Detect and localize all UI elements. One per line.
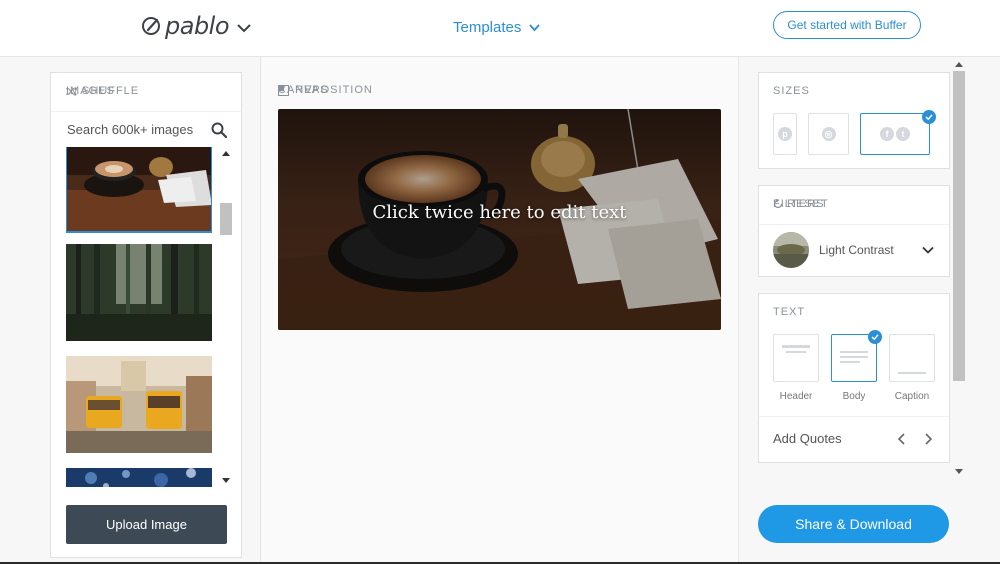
text-option-header[interactable] — [773, 334, 819, 382]
options-scrollbar[interactable] — [952, 59, 966, 477]
image-thumbnail-coffee[interactable] — [66, 147, 212, 233]
image-thumbnail-forest[interactable] — [66, 244, 212, 341]
caption-line-icon — [898, 372, 926, 374]
top-bar: pablo Templates Get started with Buffer — [0, 0, 1000, 57]
canvas-area: CANVAS REPOSITION Click twice here to ed… — [262, 57, 738, 564]
templates-dropdown[interactable]: Templates — [453, 19, 541, 36]
reset-filter-button[interactable]: RESET — [773, 198, 935, 210]
filter-select[interactable]: Light Contrast — [759, 224, 949, 274]
canvas-overlay-text[interactable]: Click twice here to edit text — [278, 202, 721, 223]
image-thumbnail-trams[interactable] — [66, 356, 212, 453]
sizes-title: SIZES — [773, 85, 810, 97]
text-option-header-label: Header — [779, 391, 813, 402]
selected-check-icon — [868, 330, 882, 344]
filter-preview-thumbnail — [773, 231, 809, 268]
get-started-button[interactable]: Get started with Buffer — [773, 11, 921, 39]
upload-image-button[interactable]: Upload Image — [66, 505, 227, 544]
sizes-card: SIZES p ◎ f t — [758, 72, 950, 169]
text-card: TEXT Header Body Caption Add Quotes — [758, 293, 950, 463]
reposition-button[interactable]: REPOSITION — [278, 84, 720, 96]
right-column: SIZES p ◎ f t FILTERS RESET Light Contra… — [738, 57, 1000, 564]
scroll-down-arrow-icon[interactable] — [222, 478, 230, 483]
image-list-scrollbar[interactable] — [219, 147, 233, 487]
twitter-icon: t — [896, 127, 910, 141]
header-line-icon — [786, 351, 806, 353]
filters-card: FILTERS RESET Light Contrast — [758, 185, 950, 277]
chevron-down-icon — [922, 246, 934, 254]
text-option-body-label: Body — [842, 391, 866, 402]
canvas-image[interactable]: Click twice here to edit text — [278, 109, 721, 330]
add-quotes-label: Add Quotes — [773, 431, 842, 446]
header-line-icon — [782, 345, 810, 348]
scroll-down-arrow-icon[interactable] — [955, 469, 963, 474]
chevron-right-icon[interactable] — [921, 432, 935, 446]
search-icon[interactable] — [211, 122, 227, 138]
reset-label: RESET — [787, 198, 829, 210]
pablo-logo[interactable]: pablo — [141, 12, 253, 40]
size-option-pinterest[interactable]: p — [773, 113, 797, 155]
instagram-icon: ◎ — [821, 127, 836, 141]
images-panel: IMAGES SHUFFLE Search 600k+ images Uploa… — [50, 72, 242, 558]
left-column: IMAGES SHUFFLE Search 600k+ images Uploa… — [0, 57, 261, 564]
share-download-button[interactable]: Share & Download — [758, 505, 949, 543]
text-option-caption[interactable] — [889, 334, 935, 382]
size-option-instagram[interactable]: ◎ — [808, 113, 849, 155]
templates-label: Templates — [453, 19, 522, 36]
pinterest-icon: p — [778, 127, 792, 141]
options-scroll-area: SIZES p ◎ f t FILTERS RESET Light Contra… — [739, 57, 969, 479]
text-option-caption-label: Caption — [894, 391, 930, 402]
image-thumbnail-bokeh[interactable] — [66, 468, 212, 487]
selected-check-icon — [922, 110, 936, 124]
logo-text: pablo — [165, 12, 230, 40]
reposition-icon — [278, 84, 289, 96]
filter-name: Light Contrast — [819, 242, 894, 257]
image-search — [51, 111, 241, 147]
scrollbar-thumb[interactable] — [220, 203, 232, 235]
shuffle-label: SHUFFLE — [82, 85, 140, 97]
chevron-left-icon[interactable] — [895, 432, 909, 446]
chevron-down-icon — [529, 24, 541, 32]
body-line-icon — [840, 356, 868, 358]
image-thumbnails — [66, 147, 212, 487]
add-quotes-row[interactable]: Add Quotes — [759, 416, 949, 462]
body-line-icon — [840, 361, 860, 363]
scroll-up-arrow-icon[interactable] — [955, 62, 963, 67]
shuffle-button[interactable]: SHUFFLE — [66, 85, 227, 97]
size-option-facebook-twitter[interactable]: f t — [860, 113, 930, 155]
shuffle-icon — [66, 86, 77, 96]
scrollbar-thumb[interactable] — [953, 71, 965, 381]
scroll-up-arrow-icon[interactable] — [222, 151, 230, 156]
facebook-icon: f — [880, 127, 894, 141]
chevron-down-icon[interactable] — [235, 19, 253, 37]
reset-icon — [773, 199, 783, 209]
pablo-logo-icon — [142, 17, 160, 35]
image-search-input[interactable] — [67, 122, 207, 137]
reposition-label: REPOSITION — [295, 84, 373, 96]
text-title: TEXT — [773, 306, 806, 318]
body-line-icon — [840, 351, 868, 353]
